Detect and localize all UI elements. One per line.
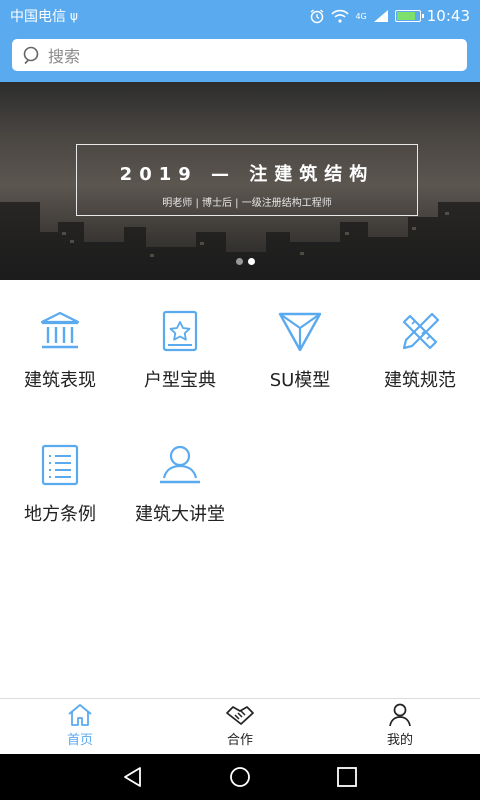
tab-home[interactable]: 首页 xyxy=(40,703,120,748)
feature-difang-tiaoli[interactable]: 地方条例 xyxy=(0,444,120,526)
feature-label: 建筑规范 xyxy=(384,370,456,391)
system-navigation-bar xyxy=(0,754,480,800)
banner-caption: 2019 — 注建筑结构 明老师 | 博士后 | 一级注册结构工程师 xyxy=(76,144,418,216)
top-header: 中国电信 ψ 4G 10:43 搜索 xyxy=(0,0,480,82)
banner-subtitle: 明老师 | 博士后 | 一级注册结构工程师 xyxy=(162,198,332,209)
bank-icon xyxy=(40,311,80,349)
feature-jianzhu-biaoxian[interactable]: 建筑表现 xyxy=(0,310,120,392)
carrier-label: 中国电信 xyxy=(10,9,66,25)
lecturer-icon xyxy=(160,445,200,484)
feature-jianzhu-dajiangtang[interactable]: 建筑大讲堂 xyxy=(120,444,240,526)
usb-icon: ψ xyxy=(70,9,78,23)
feature-label: 户型宝典 xyxy=(144,370,216,391)
carousel-dot[interactable] xyxy=(236,258,243,265)
ruler-pencil-icon xyxy=(402,312,440,350)
list-document-icon xyxy=(41,444,79,486)
tab-label: 我的 xyxy=(386,733,413,748)
search-input[interactable]: 搜索 xyxy=(12,39,467,71)
network-type: 4G xyxy=(355,11,367,21)
banner-carousel[interactable]: 2019 — 注建筑结构 明老师 | 博士后 | 一级注册结构工程师 xyxy=(0,82,480,280)
alarm-icon xyxy=(311,9,324,24)
back-icon[interactable] xyxy=(122,766,144,788)
battery-level xyxy=(396,12,415,20)
signal-icon xyxy=(373,10,388,22)
feature-label: SU模型 xyxy=(269,370,331,391)
recent-apps-icon[interactable] xyxy=(336,766,358,788)
feature-label: 建筑表现 xyxy=(24,370,96,391)
home-button-icon[interactable] xyxy=(229,766,251,788)
star-book-icon xyxy=(162,310,198,352)
banner-title: 2019 — 注建筑结构 xyxy=(119,164,375,185)
tab-label: 首页 xyxy=(66,733,93,748)
home-icon xyxy=(68,704,92,726)
feature-jianzhu-guifan[interactable]: 建筑规范 xyxy=(360,310,480,392)
triangle-icon xyxy=(278,312,322,352)
search-placeholder: 搜索 xyxy=(48,47,81,66)
tab-label: 合作 xyxy=(226,733,253,748)
tab-mine[interactable]: 我的 xyxy=(360,703,440,748)
bottom-tab-bar: 首页 合作 我的 xyxy=(0,698,480,754)
carousel-dot-active[interactable] xyxy=(248,258,255,265)
battery-icon xyxy=(394,10,424,22)
search-icon xyxy=(23,46,39,65)
feature-huxing-baodian[interactable]: 户型宝典 xyxy=(120,310,240,392)
user-icon xyxy=(389,703,411,727)
feature-su-moxing[interactable]: SU模型 xyxy=(240,310,360,392)
carousel-indicator xyxy=(236,258,255,265)
status-bar: 中国电信 ψ 4G 10:43 xyxy=(0,0,480,32)
clock: 10:43 xyxy=(426,7,470,25)
feature-label: 建筑大讲堂 xyxy=(135,504,225,525)
tab-cooperation[interactable]: 合作 xyxy=(200,703,280,748)
wifi-icon xyxy=(331,9,350,23)
handshake-icon xyxy=(226,706,254,725)
feature-label: 地方条例 xyxy=(24,504,96,525)
